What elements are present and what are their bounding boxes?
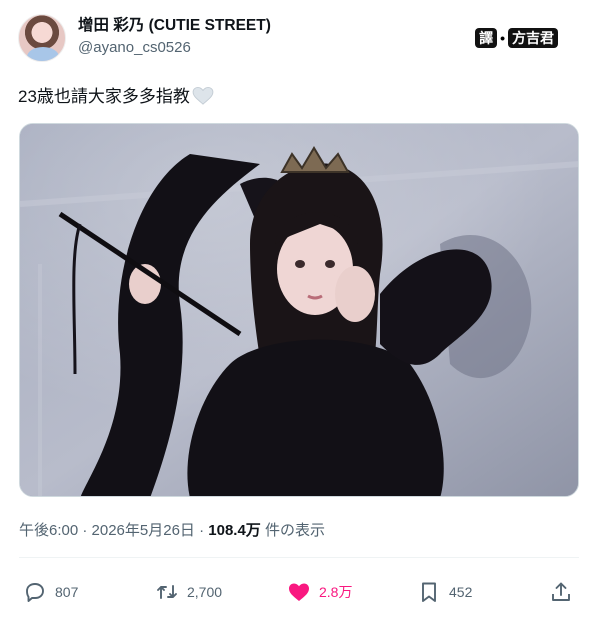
repost-button[interactable]: 2,700	[155, 574, 222, 610]
like-count: 2.8万	[319, 584, 353, 600]
photo-illustration	[20, 124, 578, 496]
bookmark-button[interactable]: 452	[417, 574, 472, 610]
white-heart-emoji-icon	[192, 86, 214, 105]
repost-icon	[157, 585, 177, 599]
divider	[19, 557, 579, 558]
action-bar: 807 2,700 2.8万 452	[19, 574, 579, 610]
heart-icon	[289, 583, 309, 601]
reply-button[interactable]: 807	[23, 574, 78, 610]
views-count: 108.4万	[208, 522, 261, 539]
reply-count: 807	[55, 584, 79, 600]
bookmark-icon	[422, 582, 436, 602]
display-name[interactable]: 增田 彩乃 (CUTIE STREET)	[78, 16, 271, 36]
avatar[interactable]	[18, 14, 66, 62]
user-block: 增田 彩乃 (CUTIE STREET) @ayano_cs0526	[78, 16, 271, 58]
views-label: 件の表示	[260, 522, 325, 539]
post-timestamp[interactable]: 午後6:00 · 2026年5月26日 ·	[19, 522, 208, 539]
reply-icon	[26, 583, 44, 602]
watermark-left: 譯	[475, 28, 498, 48]
watermark-separator: •	[500, 30, 505, 46]
bookmark-count: 452	[449, 584, 473, 600]
share-button[interactable]	[549, 574, 573, 610]
post-text: 23歳也請大家多多指教	[18, 87, 190, 106]
repost-count: 2,700	[187, 584, 223, 600]
post-photo[interactable]	[19, 123, 579, 497]
user-handle[interactable]: @ayano_cs0526	[78, 38, 271, 58]
post-text-block: 23歳也請大家多多指教	[18, 86, 214, 108]
translator-watermark: 譯 • 方吉君	[475, 28, 558, 48]
watermark-right: 方吉君	[508, 28, 558, 48]
post-header: 增田 彩乃 (CUTIE STREET) @ayano_cs0526 譯 • 方…	[18, 12, 580, 64]
like-button[interactable]: 2.8万	[287, 574, 352, 610]
share-icon	[552, 582, 570, 601]
post-meta: 午後6:00 · 2026年5月26日 · 108.4万 件の表示	[19, 521, 325, 541]
